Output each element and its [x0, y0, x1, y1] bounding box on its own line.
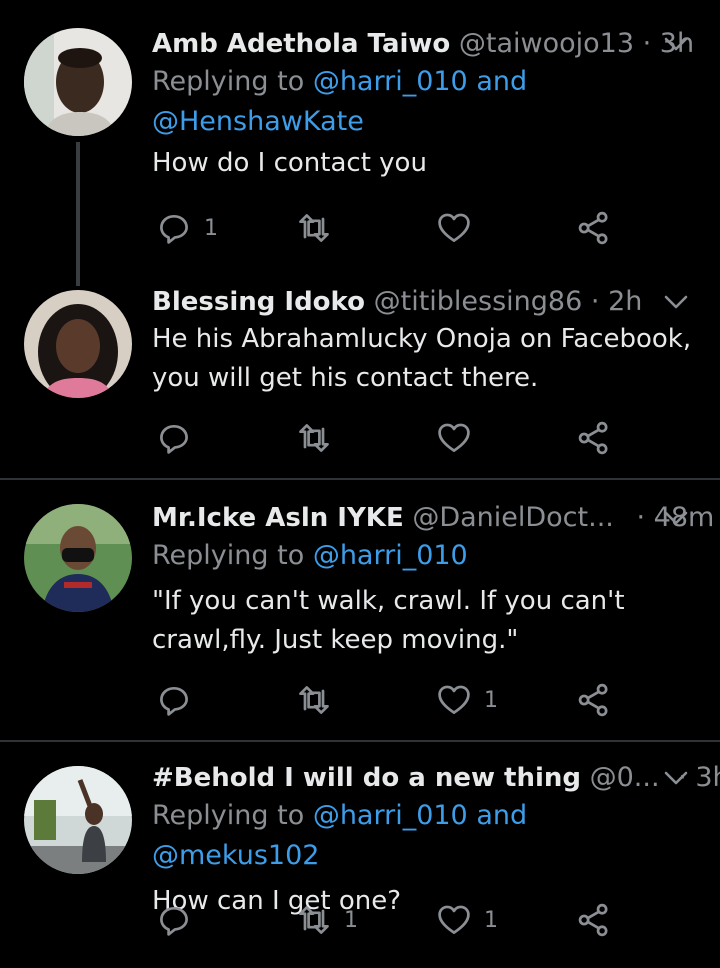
reply-count: 1 [204, 215, 218, 241]
tweet-text: He his Abrahamlucky Onoja on Facebook, y… [152, 320, 696, 398]
retweet-button[interactable] [296, 208, 344, 248]
reply-icon [156, 210, 192, 246]
retweet-icon [296, 682, 332, 718]
share-icon [576, 902, 612, 938]
display-name[interactable]: Amb Adethola Taiwo [152, 29, 450, 59]
reply-button[interactable] [156, 900, 204, 940]
retweet-button[interactable] [296, 680, 344, 720]
separator-dot: · [590, 286, 600, 317]
retweet-icon [296, 210, 332, 246]
replying-to: Replying to @harri_010 [152, 536, 696, 576]
separator-dot: · [636, 502, 646, 533]
timestamp[interactable]: 2h [608, 286, 642, 317]
tweet-content: Mr.Icke Asln IYKE @DanielDoct... · 48m R… [152, 500, 714, 660]
mention-link[interactable]: @HenshawKate [152, 106, 364, 137]
user-handle[interactable]: @titiblessing86 [374, 286, 583, 317]
replying-to-label: Replying to [152, 66, 305, 97]
tweet-text-line: "If you can't walk, crawl. If you can't [152, 586, 625, 616]
replying-to: Replying to @harri_010 and @mekus102 [152, 796, 696, 876]
retweet-button[interactable] [296, 418, 344, 458]
divider [0, 478, 720, 480]
divider [0, 740, 720, 742]
like-count: 1 [484, 907, 498, 933]
replying-and[interactable]: and [476, 66, 527, 97]
tweet-content: Amb Adethola Taiwo @taiwoojo13 · 3h Repl… [152, 26, 696, 183]
mention-link[interactable]: @harri_010 [313, 800, 468, 831]
reply-button[interactable] [156, 680, 204, 720]
reply-icon [156, 682, 192, 718]
tweet-actions: 1 [152, 208, 632, 248]
retweet-count: 1 [344, 907, 358, 933]
retweet-icon [296, 420, 332, 456]
reply-button[interactable] [156, 418, 204, 458]
thread-line [76, 142, 80, 286]
share-button[interactable] [576, 208, 612, 248]
tweet-text-line: He his Abrahamlucky Onoja on Facebook, [152, 324, 692, 354]
share-button[interactable] [576, 680, 612, 720]
tweet-header: #Behold I will do a new thing @0... · 3h [152, 760, 720, 796]
chevron-down-icon[interactable] [662, 288, 690, 316]
chevron-down-icon[interactable] [662, 30, 690, 58]
chevron-down-icon[interactable] [662, 764, 690, 792]
share-icon [576, 420, 612, 456]
reply-icon [156, 420, 192, 456]
share-icon [576, 210, 612, 246]
display-name[interactable]: #Behold I will do a new thing [152, 763, 581, 793]
mention-link[interactable]: @harri_010 [313, 66, 468, 97]
user-handle[interactable]: @0... [590, 762, 660, 793]
tweet-header: Amb Adethola Taiwo @taiwoojo13 · 3h [152, 26, 696, 62]
heart-icon [436, 210, 472, 246]
user-handle[interactable]: @DanielDoct... [412, 502, 614, 533]
mention-link[interactable]: @harri_010 [313, 540, 468, 571]
mention-link[interactable]: @mekus102 [152, 840, 319, 871]
display-name[interactable]: Blessing Idoko [152, 287, 365, 317]
tweet-text: How do I contact you [152, 148, 427, 178]
timestamp[interactable]: 3h [695, 762, 720, 793]
replying-to-label: Replying to [152, 800, 305, 831]
avatar[interactable] [24, 504, 132, 612]
tweet-content: Blessing Idoko @titiblessing86 · 2h He h… [152, 284, 696, 398]
chevron-down-icon[interactable] [662, 504, 690, 532]
heart-icon [436, 902, 472, 938]
tweet-text-line: you will get his contact there. [152, 363, 539, 393]
like-button[interactable] [436, 208, 484, 248]
replying-to-label: Replying to [152, 540, 305, 571]
tweet-header: Blessing Idoko @titiblessing86 · 2h [152, 284, 696, 320]
heart-icon [436, 682, 472, 718]
like-button[interactable] [436, 418, 484, 458]
reply-icon [156, 902, 192, 938]
replying-and[interactable]: and [476, 800, 527, 831]
tweet-content: #Behold I will do a new thing @0... · 3h… [152, 760, 720, 921]
retweet-button[interactable]: 1 [296, 900, 358, 940]
reply-button[interactable]: 1 [156, 208, 218, 248]
tweet-text: "If you can't walk, crawl. If you can't … [152, 582, 696, 660]
avatar[interactable] [24, 766, 132, 874]
retweet-icon [296, 902, 332, 938]
tweet-actions: 1 [152, 680, 632, 720]
like-button[interactable]: 1 [436, 900, 498, 940]
tweet-actions [152, 418, 632, 458]
display-name[interactable]: Mr.Icke Asln IYKE [152, 503, 404, 533]
share-button[interactable] [576, 418, 612, 458]
tweet-header: Mr.Icke Asln IYKE @DanielDoct... · 48m [152, 500, 714, 536]
user-handle[interactable]: @taiwoojo13 [459, 28, 634, 59]
tweet-actions: 1 1 [152, 900, 632, 940]
like-button[interactable]: 1 [436, 680, 498, 720]
avatar[interactable] [24, 290, 132, 398]
separator-dot: · [642, 28, 652, 59]
heart-icon [436, 420, 472, 456]
replying-to: Replying to @harri_010 and @HenshawKate [152, 62, 696, 142]
like-count: 1 [484, 687, 498, 713]
tweet-text-line: crawl,fly. Just keep moving." [152, 625, 519, 655]
avatar[interactable] [24, 28, 132, 136]
share-button[interactable] [576, 900, 612, 940]
share-icon [576, 682, 612, 718]
